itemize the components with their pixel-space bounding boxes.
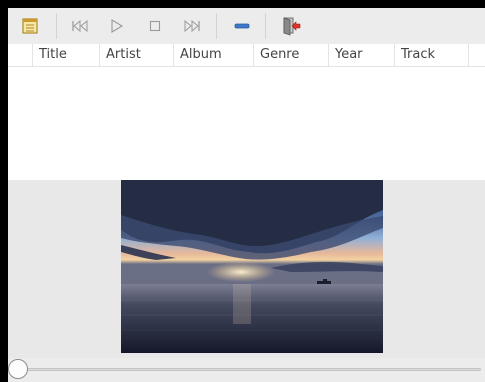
playlist-table[interactable]: Title Artist Album Genre Year Track [8,44,485,180]
stop-button[interactable] [143,15,167,37]
playlist-icon [22,18,38,34]
column-header-year[interactable]: Year [329,44,395,66]
column-header-genre[interactable]: Genre [254,44,329,66]
column-header-artist[interactable]: Artist [100,44,174,66]
stop-icon [149,20,161,32]
column-header-empty[interactable] [8,44,33,66]
toolbar [8,8,485,44]
skip-back-icon [72,20,88,32]
seek-bar[interactable] [8,358,485,382]
volume-button[interactable] [230,15,254,37]
previous-button[interactable] [68,15,92,37]
sunset-over-sea-image [121,180,383,353]
playlist-button[interactable] [18,15,42,37]
toolbar-separator [216,13,217,39]
play-icon [111,19,124,33]
column-header-album[interactable]: Album [174,44,254,66]
exit-icon [283,17,301,36]
seek-handle[interactable] [8,359,28,379]
column-header-title[interactable]: Title [33,44,100,66]
column-header-track[interactable]: Track [395,44,469,66]
next-button[interactable] [180,15,204,37]
play-button[interactable] [105,15,129,37]
skip-forward-icon [184,20,200,32]
video-area [8,180,485,358]
player-window: Title Artist Album Genre Year Track [8,8,485,382]
playlist-header: Title Artist Album Genre Year Track [8,44,485,67]
quit-button[interactable] [279,15,303,37]
toolbar-separator [56,13,57,39]
volume-bar-icon [234,23,250,29]
toolbar-separator [265,13,266,39]
seek-track[interactable] [16,368,481,371]
